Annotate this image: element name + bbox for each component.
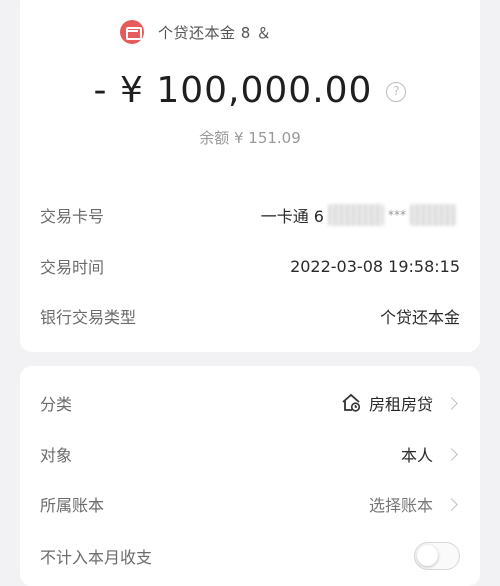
category-text: 房租房贷 [368, 395, 433, 414]
chevron-right-icon [445, 396, 458, 410]
question-icon[interactable]: ? [386, 82, 407, 102]
redacted-block [328, 204, 384, 226]
redacted-block [410, 204, 456, 226]
category-label: 分类 [40, 395, 73, 414]
setting-row-ledger[interactable]: 所属账本 选择账本 [40, 490, 460, 518]
target-value: 本人 [401, 442, 460, 466]
setting-row-category[interactable]: 分类 房租房贷 [40, 389, 460, 417]
target-text: 本人 [400, 446, 433, 465]
transaction-summary-card [20, 0, 480, 352]
detail-row-card: 交易卡号 一卡通 6 *** [40, 201, 460, 229]
chevron-right-icon [445, 447, 458, 461]
exclude-label: 不计入本月收支 [40, 548, 153, 567]
ledger-label: 所属账本 [40, 496, 105, 515]
transaction-amount: - ¥ 100,000.00 [93, 69, 373, 111]
ledger-text: 选择账本 [368, 496, 433, 515]
balance-text: 余额 ¥ 151.09 [199, 129, 301, 147]
amount-row: - ¥ 100,000.00 ? [0, 62, 500, 118]
time-label: 交易时间 [40, 258, 105, 277]
type-value: 个贷还本金 [379, 308, 460, 327]
type-label: 银行交易类型 [40, 308, 137, 327]
chevron-right-icon [445, 497, 458, 511]
time-value: 2022-03-08 19:58:15 [290, 256, 460, 276]
card-prefix: 一卡通 6 [260, 207, 324, 226]
ledger-value: 选择账本 [369, 492, 460, 516]
detail-row-time: 交易时间 2022-03-08 19:58:15 [40, 252, 460, 280]
merchant-name: 个贷还本金 8 ＆ [158, 23, 272, 42]
merchant-header: 个贷还本金 8 ＆ [120, 20, 272, 44]
card-label: 交易卡号 [40, 207, 105, 226]
card-value: 一卡通 6 *** [261, 203, 460, 227]
card-icon [120, 20, 144, 44]
setting-row-target[interactable]: 对象 本人 [40, 440, 460, 468]
category-value: 房租房贷 [341, 391, 460, 415]
card-masked: *** [388, 208, 406, 222]
detail-row-type: 银行交易类型 个贷还本金 [40, 302, 460, 330]
house-icon [341, 393, 361, 413]
target-label: 对象 [40, 446, 73, 465]
